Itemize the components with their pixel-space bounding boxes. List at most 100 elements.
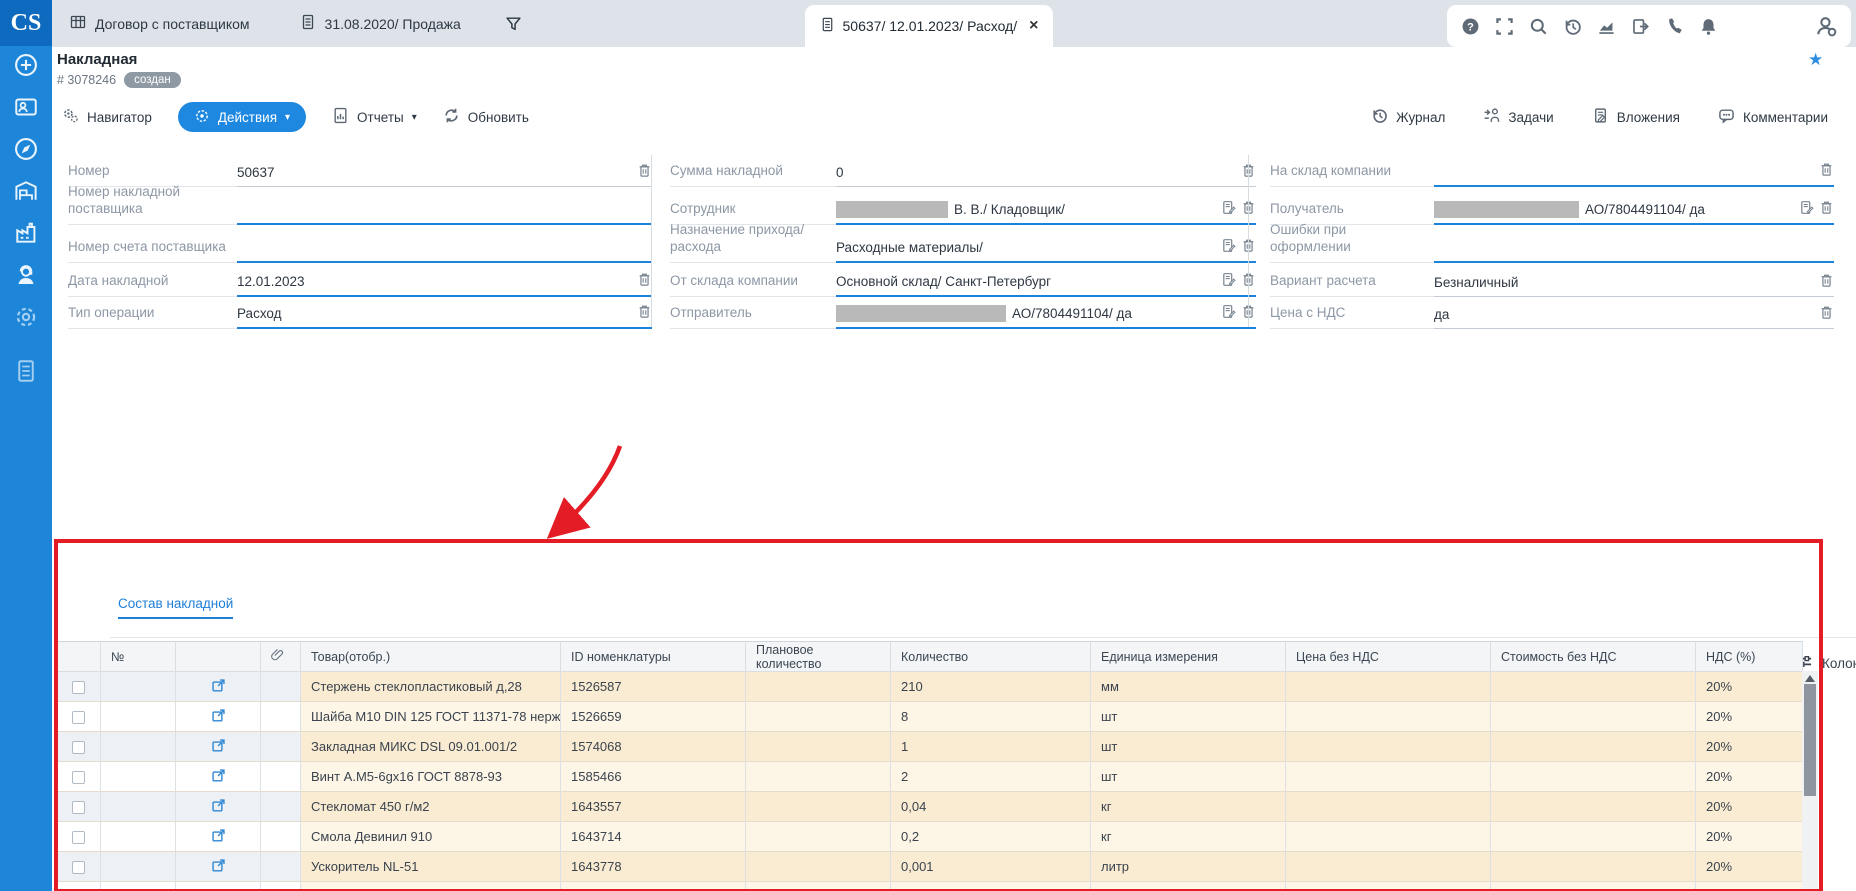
field-value[interactable]: 0 xyxy=(836,163,1256,187)
row-checkbox[interactable] xyxy=(72,771,85,784)
cell-vat[interactable]: 20% xyxy=(1696,702,1803,732)
app-logo[interactable]: CS xyxy=(0,0,52,46)
cell-product[interactable]: Винт А.М5-6gх16 ГОСТ 8878-93 xyxy=(301,762,561,792)
cell-price[interactable] xyxy=(1286,702,1491,732)
sidebar-item-warehouse[interactable] xyxy=(0,172,52,214)
cell-cost[interactable] xyxy=(1491,822,1696,852)
tab-contract[interactable]: Договор с поставщиком xyxy=(64,14,256,33)
row-checkbox[interactable] xyxy=(72,741,85,754)
cell-product[interactable] xyxy=(301,882,561,891)
fullscreen-icon[interactable] xyxy=(1495,17,1514,36)
field-value[interactable]: Основной склад/ Санкт-Петербург xyxy=(836,273,1256,297)
edit-record-icon[interactable] xyxy=(1799,200,1814,218)
table-row[interactable]: Стекломат 450 г/м2 1643557 0,04 кг 20% xyxy=(57,792,1803,822)
cell-price[interactable] xyxy=(1286,672,1491,702)
cell-cost[interactable] xyxy=(1491,792,1696,822)
sidebar-item-support[interactable] xyxy=(0,256,52,298)
cell-qty[interactable]: 0,001 xyxy=(891,852,1091,882)
table-row[interactable]: Смола Девинил 910 1643714 0,2 кг 20% xyxy=(57,822,1803,852)
trash-icon[interactable] xyxy=(1819,305,1834,323)
external-link-icon[interactable] xyxy=(211,738,226,753)
cell-cost[interactable] xyxy=(1491,732,1696,762)
cell-id[interactable]: 1643714 xyxy=(561,822,746,852)
sidebar-item-production[interactable] xyxy=(0,214,52,256)
external-link-icon[interactable] xyxy=(211,708,226,723)
cell-price[interactable] xyxy=(1286,852,1491,882)
sidebar-item-documents[interactable] xyxy=(0,352,52,394)
row-checkbox[interactable] xyxy=(72,681,85,694)
external-link-icon[interactable] xyxy=(211,858,226,873)
edit-record-icon[interactable] xyxy=(1221,272,1236,290)
header-product[interactable]: Товар(отобр.) xyxy=(301,642,561,672)
cell-id[interactable]: 1643778 xyxy=(561,852,746,882)
cell-price[interactable] xyxy=(1286,732,1491,762)
scrollbar-thumb[interactable] xyxy=(1804,684,1816,796)
scroll-up-arrow[interactable] xyxy=(1805,675,1815,682)
row-checkbox[interactable] xyxy=(72,711,85,724)
cell-product[interactable]: Закладная МИКС DSL 09.01.001/2 xyxy=(301,732,561,762)
sidebar-item-settings[interactable] xyxy=(0,298,52,340)
cell-id[interactable]: 1574068 xyxy=(561,732,746,762)
cell-qty[interactable]: 210 xyxy=(891,672,1091,702)
cell-product[interactable]: Стержень стеклопластиковый д,28 xyxy=(301,672,561,702)
cell-cost[interactable] xyxy=(1491,672,1696,702)
user-icon[interactable] xyxy=(1815,15,1837,37)
cell-vat[interactable]: 20% xyxy=(1696,822,1803,852)
sidebar-item-contacts[interactable] xyxy=(0,88,52,130)
row-checkbox[interactable] xyxy=(72,831,85,844)
header-id[interactable]: ID номенклатуры xyxy=(561,642,746,672)
cell-qty[interactable]: 1 xyxy=(891,732,1091,762)
cell-unit[interactable] xyxy=(1091,882,1286,891)
table-row[interactable]: Винт А.М5-6gх16 ГОСТ 8878-93 1585466 2 ш… xyxy=(57,762,1803,792)
field-value[interactable] xyxy=(1434,163,1834,187)
field-value[interactable]: В. В./ Кладовщик/ xyxy=(836,201,1256,225)
table-row[interactable]: Стержень стеклопластиковый д,28 1526587 … xyxy=(57,672,1803,702)
external-link-icon[interactable] xyxy=(211,678,226,693)
field-value[interactable]: АО/7804491104/ да xyxy=(1434,201,1834,225)
table-row[interactable] xyxy=(57,882,1803,891)
header-unit[interactable]: Единица измерения xyxy=(1091,642,1286,672)
cell-planned[interactable] xyxy=(746,852,891,882)
trash-icon[interactable] xyxy=(1819,200,1834,218)
attachments-button[interactable]: Вложения xyxy=(1592,107,1680,127)
cell-product[interactable]: Шайба М10 DIN 125 ГОСТ 11371-78 нерж xyxy=(301,702,561,732)
field-value[interactable]: Безналичный xyxy=(1434,273,1834,297)
cell-id[interactable] xyxy=(561,882,746,891)
cell-price[interactable] xyxy=(1286,822,1491,852)
trash-icon[interactable] xyxy=(1819,273,1834,291)
phone-icon[interactable] xyxy=(1665,17,1684,36)
actions-button[interactable]: Действия ▾ xyxy=(178,102,306,132)
cell-unit[interactable]: шт xyxy=(1091,762,1286,792)
sidebar-item-navigator[interactable] xyxy=(0,130,52,172)
cell-product[interactable]: Ускоритель NL-51 xyxy=(301,852,561,882)
header-attach[interactable] xyxy=(261,642,301,672)
history-icon[interactable] xyxy=(1563,17,1582,36)
cell-cost[interactable] xyxy=(1491,702,1696,732)
header-planned[interactable]: Плановое количество xyxy=(746,642,891,672)
trash-icon[interactable] xyxy=(637,272,652,290)
edit-record-icon[interactable] xyxy=(1221,238,1236,256)
edit-record-icon[interactable] xyxy=(1221,200,1236,218)
bell-icon[interactable] xyxy=(1699,17,1718,36)
cell-price[interactable] xyxy=(1286,882,1491,891)
cell-id[interactable]: 1526587 xyxy=(561,672,746,702)
sidebar-item-add[interactable] xyxy=(0,46,52,88)
cell-unit[interactable]: шт xyxy=(1091,732,1286,762)
header-num[interactable]: № xyxy=(101,642,176,672)
cell-vat[interactable]: 20% xyxy=(1696,852,1803,882)
cell-unit[interactable]: кг xyxy=(1091,792,1286,822)
cell-planned[interactable] xyxy=(746,882,891,891)
cell-unit[interactable]: кг xyxy=(1091,822,1286,852)
trash-icon[interactable] xyxy=(1819,162,1834,180)
filter-icon[interactable] xyxy=(505,15,522,32)
cell-id[interactable]: 1585466 xyxy=(561,762,746,792)
field-value[interactable]: АО/7804491104/ да xyxy=(836,305,1256,329)
table-row[interactable]: Ускоритель NL-51 1643778 0,001 литр 20% xyxy=(57,852,1803,882)
journal-button[interactable]: Журнал xyxy=(1371,107,1445,127)
cell-cost[interactable] xyxy=(1491,852,1696,882)
cell-id[interactable]: 1643557 xyxy=(561,792,746,822)
cell-planned[interactable] xyxy=(746,792,891,822)
external-link-icon[interactable] xyxy=(211,768,226,783)
cell-product[interactable]: Смола Девинил 910 xyxy=(301,822,561,852)
field-value[interactable]: 50637 xyxy=(237,163,652,187)
